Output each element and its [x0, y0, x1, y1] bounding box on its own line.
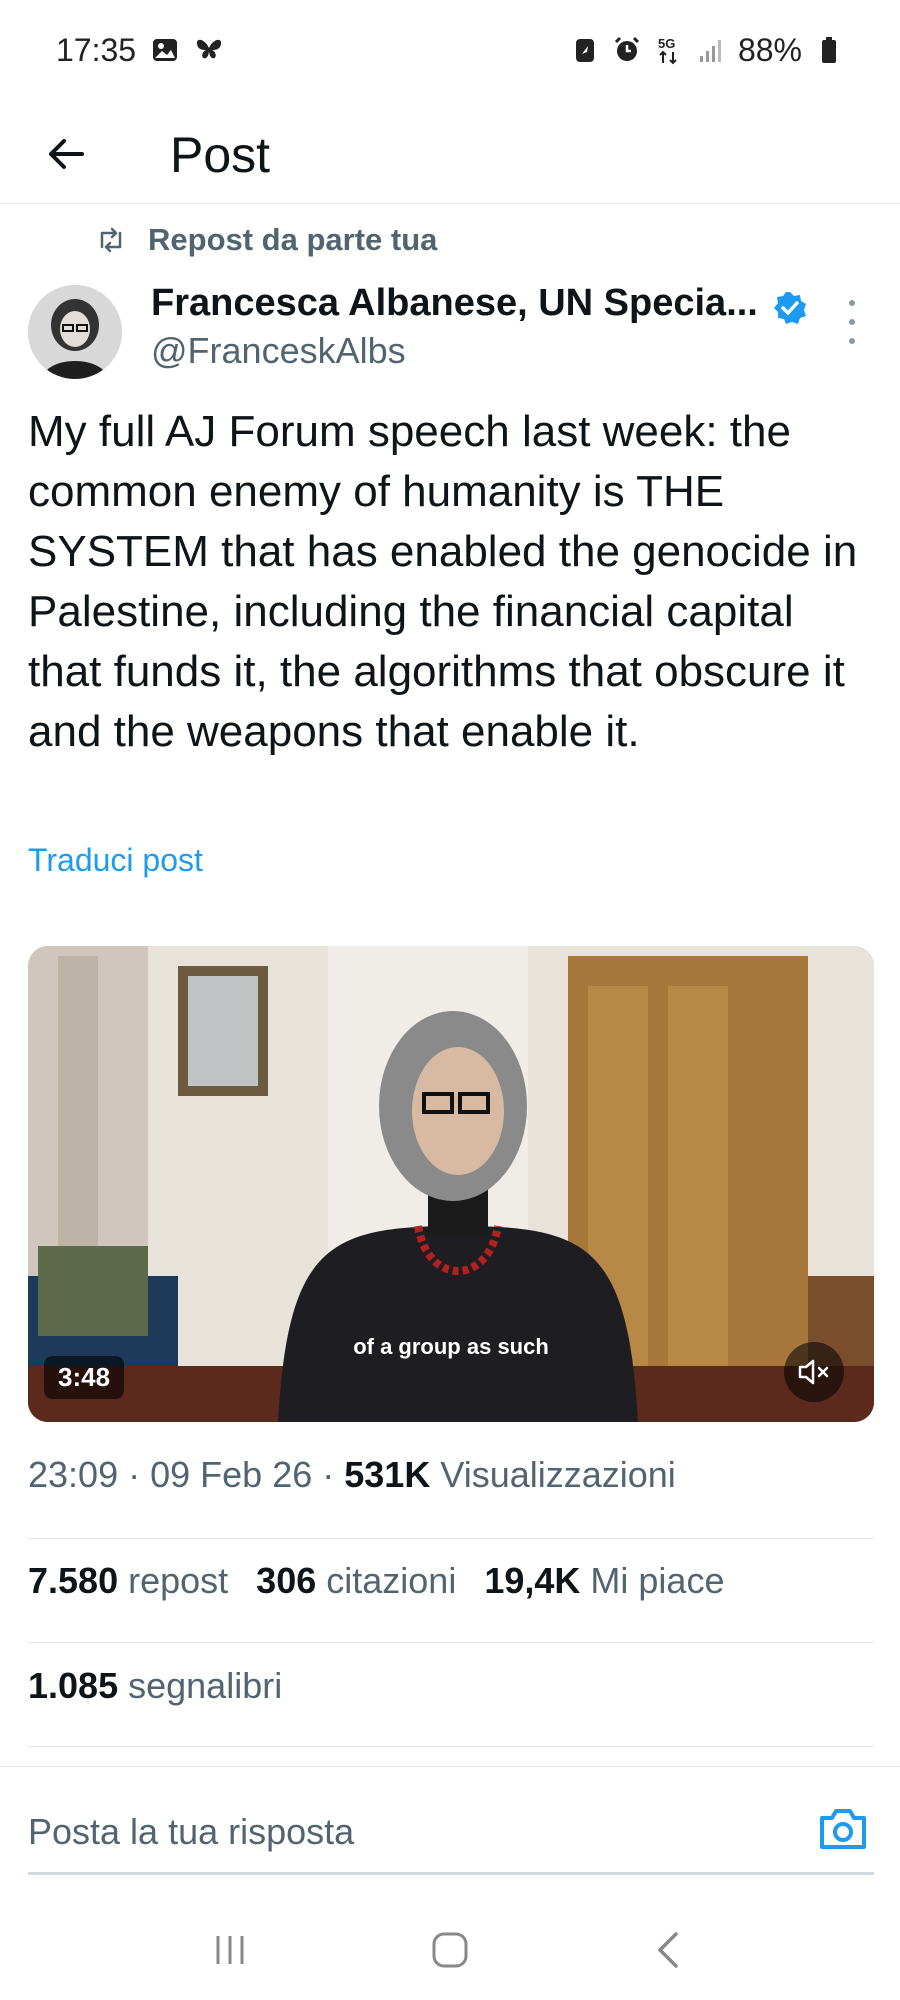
likes-count: 19,4K: [484, 1560, 581, 1601]
battery-level: 88%: [737, 31, 802, 68]
translate-post-link[interactable]: Traduci post: [28, 842, 203, 879]
battery-icon: [814, 35, 844, 65]
repost-icon: [100, 227, 122, 253]
quotes-stat[interactable]: 306 citazioni: [256, 1560, 456, 1602]
alarm-icon: [612, 35, 642, 65]
repost-indicator: Repost da parte tua: [96, 222, 437, 258]
reply-underline: [28, 1872, 874, 1875]
likes-stat[interactable]: 19,4K Mi piace: [484, 1560, 724, 1602]
repost-label: Repost da parte tua: [148, 222, 438, 257]
post-time: 23:09: [28, 1454, 119, 1495]
camera-icon: [820, 1809, 866, 1849]
post-meta: 23:09 · 09 Feb 26 · 531K Visualizzazioni: [28, 1454, 676, 1496]
home-button[interactable]: [420, 1920, 480, 1980]
butterfly-icon: [194, 35, 224, 65]
more-dot: [849, 338, 855, 344]
svg-text:5G: 5G: [658, 36, 675, 51]
author-handle[interactable]: @FranceskAlbs: [151, 330, 406, 372]
verified-badge-icon: [772, 290, 808, 326]
arrow-left-icon: [49, 139, 84, 169]
more-options-button[interactable]: [840, 300, 864, 344]
reposts-count: 7.580: [28, 1560, 119, 1601]
more-dot: [849, 300, 855, 306]
page-title: Post: [170, 127, 271, 183]
bookmarks-stat[interactable]: 1.085 segnalibri: [28, 1665, 282, 1707]
divider: [28, 1538, 874, 1539]
status-time: 17:35: [56, 31, 137, 68]
engagement-stats: 7.580 repost 306 citazioni 19,4K Mi piac…: [28, 1560, 724, 1602]
mute-button[interactable]: [784, 1342, 844, 1402]
views-label: Visualizzazioni: [440, 1454, 676, 1495]
more-dot: [849, 319, 855, 325]
status-bar: 17:35 5G 88%: [0, 0, 900, 100]
recent-apps-icon: [216, 1936, 244, 1964]
views-count: 531K: [344, 1454, 431, 1495]
post-text: My full AJ Forum speech last week: the c…: [28, 407, 858, 756]
divider: [28, 1642, 874, 1643]
camera-button[interactable]: [818, 1806, 868, 1852]
top-app-bar: Post: [0, 100, 900, 204]
quotes-count: 306: [256, 1560, 317, 1601]
recent-apps-button[interactable]: [200, 1920, 260, 1980]
5g-icon: 5G: [654, 35, 684, 65]
bookmarks-label: segnalibri: [128, 1665, 283, 1706]
battery-saver-icon: [570, 35, 600, 65]
quotes-label: citazioni: [326, 1560, 457, 1601]
divider: [28, 1746, 874, 1747]
post-date: 09 Feb 26: [150, 1454, 313, 1495]
back-button[interactable]: [42, 130, 90, 178]
meta-separator: ·: [322, 1454, 345, 1495]
system-back-button[interactable]: [640, 1920, 700, 1980]
reposts-label: repost: [128, 1560, 229, 1601]
chevron-left-icon: [658, 1932, 678, 1968]
reply-input[interactable]: [28, 1800, 808, 1864]
volume-muted-icon: [798, 1359, 829, 1385]
video-subtitle: of a group as such: [353, 1334, 549, 1359]
reposts-stat[interactable]: 7.580 repost: [28, 1560, 228, 1602]
video-player[interactable]: of a group as such 3:48: [28, 946, 874, 1422]
avatar[interactable]: [28, 285, 122, 379]
bookmarks-count: 1.085: [28, 1665, 119, 1706]
system-nav-bar: [0, 1900, 900, 2000]
signal-icon: [696, 35, 726, 65]
home-icon: [432, 1932, 468, 1968]
video-duration: 3:48: [44, 1356, 125, 1399]
likes-label: Mi piace: [590, 1560, 725, 1601]
meta-separator: ·: [128, 1454, 151, 1495]
author-name[interactable]: Francesca Albanese, UN Specia...: [151, 282, 771, 325]
gallery-icon: [150, 35, 180, 65]
reply-separator: [0, 1766, 900, 1767]
